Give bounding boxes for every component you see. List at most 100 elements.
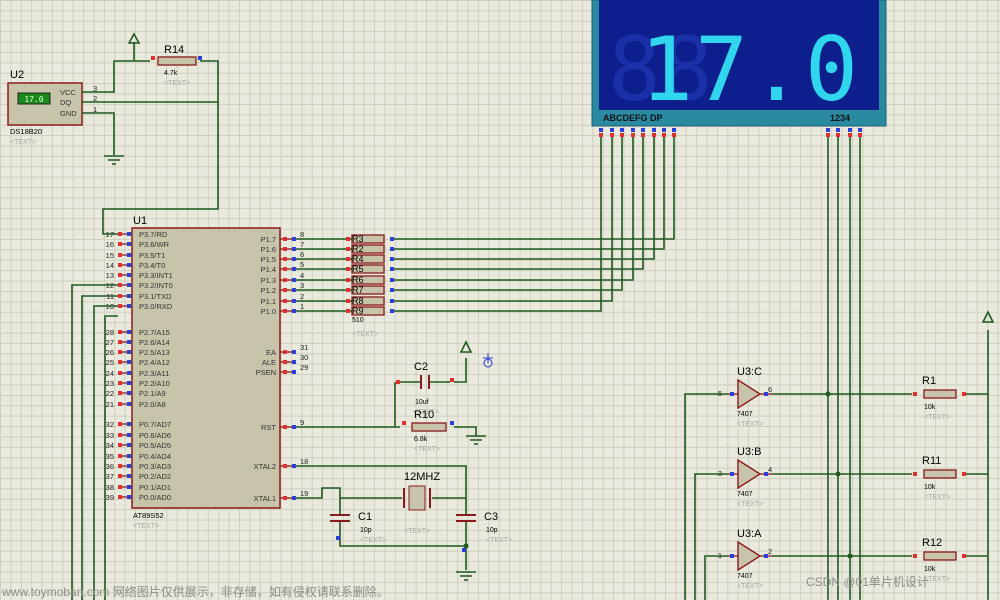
u1-pin-marker <box>292 267 296 271</box>
display-digit-label: 1234 <box>830 113 850 123</box>
u1-pin-name: RST <box>261 423 276 432</box>
u2-part: DS18B20 <box>10 127 42 136</box>
u1-pin-name: P0.1/AD1 <box>139 483 171 492</box>
u1-pin-marker <box>127 495 131 499</box>
u1-pin-name: P3.3/INT1 <box>139 271 173 280</box>
resistor-pin <box>962 554 966 558</box>
u1-pin-name: P1.2 <box>261 286 276 295</box>
resistor-pin <box>913 392 917 396</box>
u1-pin-end <box>118 474 122 478</box>
display-digit-pin <box>826 128 830 132</box>
display-digit-pin-end <box>848 133 852 137</box>
u1-pin-name: EA <box>266 348 276 357</box>
display-segment-pin <box>672 128 676 132</box>
u1-pin-end <box>283 247 287 251</box>
wire-rpack-to-display <box>394 134 665 250</box>
u1-pin-marker <box>127 253 131 257</box>
u1-pin-end <box>118 263 122 267</box>
u1-pin-name: P2.7/A15 <box>139 328 170 337</box>
u1-pin-num: 13 <box>106 271 114 280</box>
resistor-value: 10k <box>924 484 936 491</box>
u1-pin-name: P3.0/RXD <box>139 302 173 311</box>
u1-pin-name: P0.4/AD4 <box>139 452 171 461</box>
u1-pin-marker <box>127 474 131 478</box>
u1-pin-num: 38 <box>106 483 114 492</box>
u1-pin-marker <box>127 485 131 489</box>
u1-pin-name: P1.5 <box>261 255 276 264</box>
u1-pin-num: 28 <box>106 328 114 337</box>
rpack-pin <box>346 278 350 282</box>
resistor-body <box>923 551 957 561</box>
schematic-svg: U2 17.0 VCC 3DQ 2GND 1 DS18B20 <TEXT> R14 4… <box>1 0 995 600</box>
u1-pin-name: P3.6/WR <box>139 240 170 249</box>
rpack-pin <box>346 299 350 303</box>
display-segment-pin-end <box>672 133 676 137</box>
u1-pin-num: 16 <box>106 240 114 249</box>
u1-pin-name: P3.2/INT0 <box>139 281 173 290</box>
u1-pin-marker <box>127 381 131 385</box>
rpack-pin <box>390 267 394 271</box>
u1-pin-name: PSEN <box>256 368 276 377</box>
u1-pin-end <box>283 237 287 241</box>
display-segment-pin-end <box>662 133 666 137</box>
u1-pin-end <box>118 253 122 257</box>
u1-pin-marker <box>292 425 296 429</box>
c1-ref: C1 <box>358 511 372 523</box>
ground-crystal <box>456 571 476 581</box>
u1-pin-end <box>283 464 287 468</box>
u1-pin-num: 17 <box>106 230 114 239</box>
u1-pin-num: 2 <box>300 292 304 301</box>
u1-pin-end <box>118 433 122 437</box>
power-arrow-2 <box>459 340 473 353</box>
u2-pin-name: DQ <box>60 98 71 107</box>
u1-pin-name: P2.6/A14 <box>139 338 170 347</box>
ground-r10 <box>466 435 486 445</box>
u1-pin-num: 39 <box>106 493 114 502</box>
buffer-pin <box>730 392 734 396</box>
u1-pin-marker <box>127 443 131 447</box>
display-segment-pin <box>620 128 624 132</box>
u2-ref: U2 <box>10 69 24 81</box>
u1-pin-marker <box>127 350 131 354</box>
resistor-pin <box>962 392 966 396</box>
u1-pin-num: 25 <box>106 358 114 367</box>
u1-pin-marker <box>127 330 131 334</box>
u1-pin-name: P2.0/A8 <box>139 400 166 409</box>
crystal-text: <TEXT> <box>404 528 430 535</box>
resistor-pin <box>962 472 966 476</box>
rpack-label: R7 <box>352 285 364 295</box>
rpack-label: R3 <box>352 234 364 244</box>
u1-pin-num: 37 <box>106 472 114 481</box>
u1-pin-end <box>118 443 122 447</box>
u1-pin-num: 6 <box>300 250 304 259</box>
u1-pin-marker <box>127 263 131 267</box>
u1-part: AT89S52 <box>133 511 164 520</box>
c2-value: 10uf <box>415 399 429 406</box>
buffer-out-num: 2 <box>768 547 772 556</box>
resistor-ref: R11 <box>922 455 941 467</box>
u1-pin-end <box>283 425 287 429</box>
u1-pin-num: 30 <box>300 353 308 362</box>
u1-pin-end <box>118 360 122 364</box>
u1-pin-name: P0.6/AD6 <box>139 431 171 440</box>
display-segment-label: ABCDEFG DP <box>603 113 663 123</box>
u1-pin-name: P0.7/AD7 <box>139 420 171 429</box>
junction <box>847 553 853 559</box>
u1-pin-num: 31 <box>300 343 308 352</box>
u1-pin-name: P0.2/AD2 <box>139 472 171 481</box>
buffer-out-num: 6 <box>768 385 772 394</box>
display-segment-pin-end <box>631 133 635 137</box>
u1-pin-marker <box>292 288 296 292</box>
u1-pin-end <box>118 371 122 375</box>
u2-pin-name: VCC <box>60 88 76 97</box>
u1-pin-end <box>283 278 287 282</box>
r10-ref: R10 <box>414 409 434 421</box>
u1-pin-num: 27 <box>106 338 114 347</box>
u1-pin-marker <box>292 496 296 500</box>
buffer-text: <TEXT> <box>737 501 763 508</box>
wire-c2-vcc <box>454 358 467 383</box>
u1-pin-name: P1.4 <box>261 265 276 274</box>
u1-pin-marker <box>127 422 131 426</box>
u1-pin-marker <box>127 371 131 375</box>
wire-rpack-to-display <box>394 134 613 302</box>
